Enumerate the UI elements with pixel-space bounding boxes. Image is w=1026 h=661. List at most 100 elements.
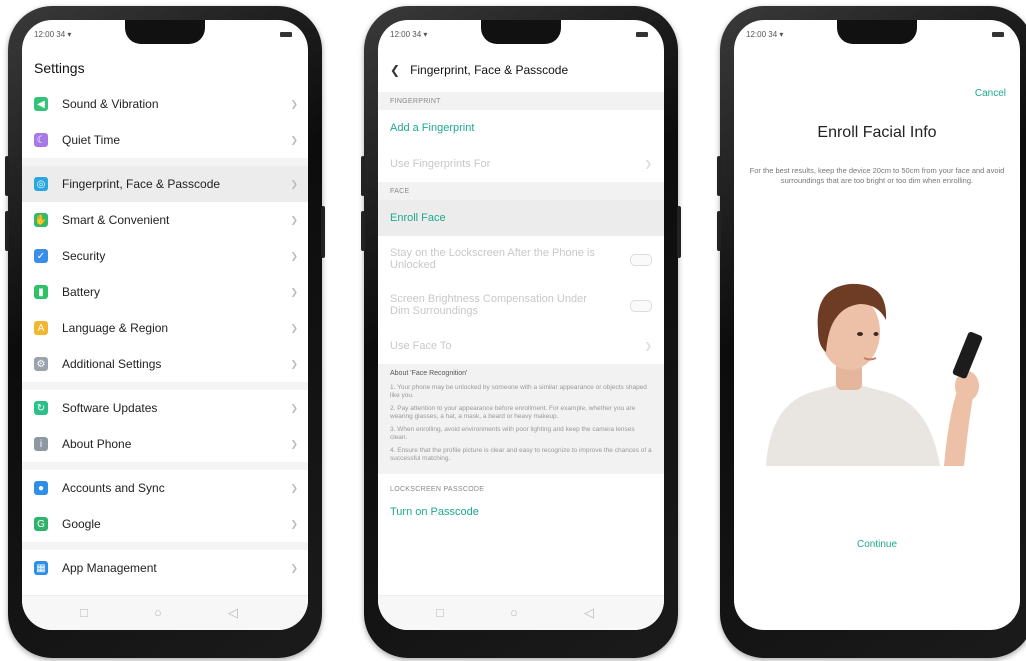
settings-item[interactable]: ◀ Sound & Vibration ❯ bbox=[22, 86, 308, 122]
page-title: Fingerprint, Face & Passcode bbox=[410, 63, 569, 77]
recents-icon[interactable]: □ bbox=[80, 606, 88, 620]
settings-item-label: Google bbox=[62, 517, 101, 531]
wifi-icon: ▾ bbox=[67, 30, 72, 39]
turn-on-passcode-label: Turn on Passcode bbox=[390, 505, 479, 518]
wifi-icon: ▾ bbox=[423, 30, 428, 39]
chevron-right-icon: ❯ bbox=[290, 438, 298, 449]
add-fingerprint-label: Add a Fingerprint bbox=[390, 122, 475, 134]
enroll-face-label: Enroll Face bbox=[390, 212, 446, 224]
back-arrow-icon[interactable]: ❮ bbox=[390, 63, 400, 77]
settings-item[interactable]: ☾ Quiet Time ❯ bbox=[22, 122, 308, 158]
settings-item[interactable]: i About Phone ❯ bbox=[22, 426, 308, 462]
settings-group: ◎ Fingerprint, Face & Passcode ❯ ✋ Smart & C… bbox=[22, 158, 308, 382]
settings-item-label: App Management bbox=[62, 561, 157, 575]
update-icon: ↻ bbox=[34, 401, 48, 415]
settings-group: ● Accounts and Sync ❯ G Google ❯ bbox=[22, 462, 308, 542]
chevron-right-icon: ❯ bbox=[290, 402, 298, 413]
phone-fingerprint-face: 12:00 34 ▾ ❮ Fingerprint, Face & Passcod… bbox=[361, 6, 681, 658]
add-fingerprint-button[interactable]: Add a Fingerprint bbox=[378, 110, 664, 146]
hand-icon: ✋ bbox=[34, 213, 48, 227]
power-button bbox=[321, 206, 325, 258]
continue-button[interactable]: Continue bbox=[734, 539, 1020, 550]
settings-screen: 12:00 34 ▾ Settings ◀ Sound & Vibration ❯ ☾… bbox=[22, 20, 308, 630]
chevron-right-icon: ❯ bbox=[290, 322, 298, 333]
home-icon[interactable]: ○ bbox=[510, 606, 518, 620]
settings-item[interactable]: A Language & Region ❯ bbox=[22, 310, 308, 346]
moon-icon: ☾ bbox=[34, 133, 48, 147]
settings-item-label: Language & Region bbox=[62, 321, 169, 335]
nav-bar: □ ○ ◁ bbox=[378, 595, 664, 630]
settings-group: ↻ Software Updates ❯ i About Phone ❯ bbox=[22, 382, 308, 462]
chevron-right-icon: ❯ bbox=[290, 250, 298, 261]
about-item: 1. Your phone may be unlocked by someone… bbox=[390, 383, 647, 400]
settings-item[interactable]: ◎ Fingerprint, Face & Passcode ❯ bbox=[22, 166, 308, 202]
notch bbox=[125, 20, 205, 44]
about-item: 3. When enrolling, avoid environments wi… bbox=[390, 425, 635, 442]
chevron-right-icon: ❯ bbox=[290, 134, 298, 145]
stay-on-lockscreen-toggle[interactable] bbox=[630, 254, 652, 266]
battery-status-icon bbox=[636, 32, 648, 37]
recents-icon[interactable]: □ bbox=[436, 606, 444, 620]
back-icon[interactable]: ◁ bbox=[228, 606, 238, 620]
settings-group: ▦ App Management ❯ bbox=[22, 542, 308, 586]
chevron-right-icon: ❯ bbox=[290, 358, 298, 369]
settings-item[interactable]: ✋ Smart & Convenient ❯ bbox=[22, 202, 308, 238]
settings-item-label: Sound & Vibration bbox=[62, 97, 159, 111]
turn-on-passcode-button[interactable]: Turn on Passcode bbox=[378, 498, 664, 526]
about-title: About 'Face Recognition' bbox=[390, 370, 468, 377]
status-time: 12:00 34 bbox=[390, 30, 422, 39]
phone-enroll-facial: 12:00 34 ▾ Cancel Enroll Facial Info For… bbox=[717, 6, 1026, 658]
settings-item-label: Security bbox=[62, 249, 106, 263]
use-fingerprints-for-label: Use Fingerprints For bbox=[390, 158, 491, 170]
settings-item[interactable]: G Google ❯ bbox=[22, 506, 308, 542]
settings-item-label: Smart & Convenient bbox=[62, 213, 170, 227]
back-icon[interactable]: ◁ bbox=[584, 606, 594, 620]
chevron-right-icon: ❯ bbox=[290, 214, 298, 225]
battery-icon: ▮ bbox=[34, 285, 48, 299]
settings-item-label: Software Updates bbox=[62, 401, 158, 415]
home-icon[interactable]: ○ bbox=[154, 606, 162, 620]
speaker-icon: ◀ bbox=[34, 97, 48, 111]
notch bbox=[837, 20, 917, 44]
language-icon: A bbox=[34, 321, 48, 335]
settings-item[interactable]: ✓ Security ❯ bbox=[22, 238, 308, 274]
chevron-right-icon: ❯ bbox=[290, 482, 298, 493]
screen-brightness-item: Screen Brightness Compensation Under Dim… bbox=[378, 282, 664, 328]
enroll-face-button[interactable]: Enroll Face bbox=[378, 200, 664, 236]
page-title: Enroll Facial Info bbox=[817, 124, 937, 141]
enroll-description: For the best results, keep the device 20… bbox=[749, 166, 1005, 185]
settings-item-label: About Phone bbox=[62, 437, 132, 451]
settings-item-label: Battery bbox=[62, 285, 101, 299]
chevron-right-icon: ❯ bbox=[290, 178, 298, 189]
settings-item[interactable]: ⚙ Additional Settings ❯ bbox=[22, 346, 308, 382]
status-time: 12:00 34 bbox=[746, 30, 778, 39]
cancel-button[interactable]: Cancel bbox=[975, 88, 1006, 99]
screen-brightness-toggle[interactable] bbox=[630, 300, 652, 312]
chevron-right-icon: ❯ bbox=[290, 518, 298, 529]
chevron-right-icon: ❯ bbox=[290, 98, 298, 109]
stay-on-lockscreen-item: Stay on the Lockscreen After the Phone i… bbox=[378, 236, 664, 282]
header: ❮ Fingerprint, Face & Passcode bbox=[378, 56, 664, 84]
settings-item[interactable]: ▦ App Management ❯ bbox=[22, 550, 308, 586]
use-face-to-item[interactable]: Use Face To ❯ bbox=[378, 328, 664, 364]
settings-item-label: Fingerprint, Face & Passcode bbox=[62, 177, 221, 191]
fingerprint-screen: 12:00 34 ▾ ❮ Fingerprint, Face & Passcod… bbox=[378, 20, 664, 630]
about-face-recognition: About 'Face Recognition' 1. Your phone m… bbox=[378, 364, 664, 474]
person-with-phone-illustration bbox=[766, 283, 983, 466]
use-face-to-label: Use Face To bbox=[390, 340, 452, 352]
about-item: 2. Pay attention to your appearance befo… bbox=[390, 404, 636, 421]
fingerprint-icon: ◎ bbox=[34, 177, 48, 191]
chevron-right-icon: ❯ bbox=[290, 562, 298, 573]
battery-status-icon bbox=[992, 32, 1004, 37]
use-fingerprints-for-item[interactable]: Use Fingerprints For ❯ bbox=[378, 146, 664, 182]
settings-item[interactable]: ● Accounts and Sync ❯ bbox=[22, 470, 308, 506]
chevron-right-icon: ❯ bbox=[644, 158, 652, 169]
chevron-right-icon: ❯ bbox=[290, 286, 298, 297]
settings-item[interactable]: ▮ Battery ❯ bbox=[22, 274, 308, 310]
chevron-right-icon: ❯ bbox=[644, 340, 652, 351]
about-item: 4. Ensure that the profile picture is cl… bbox=[390, 446, 652, 463]
apps-icon: ▦ bbox=[34, 561, 48, 575]
settings-item[interactable]: ↻ Software Updates ❯ bbox=[22, 390, 308, 426]
screen-brightness-label: Screen Brightness Compensation Under Dim… bbox=[390, 293, 587, 317]
person-icon: ● bbox=[34, 481, 48, 495]
